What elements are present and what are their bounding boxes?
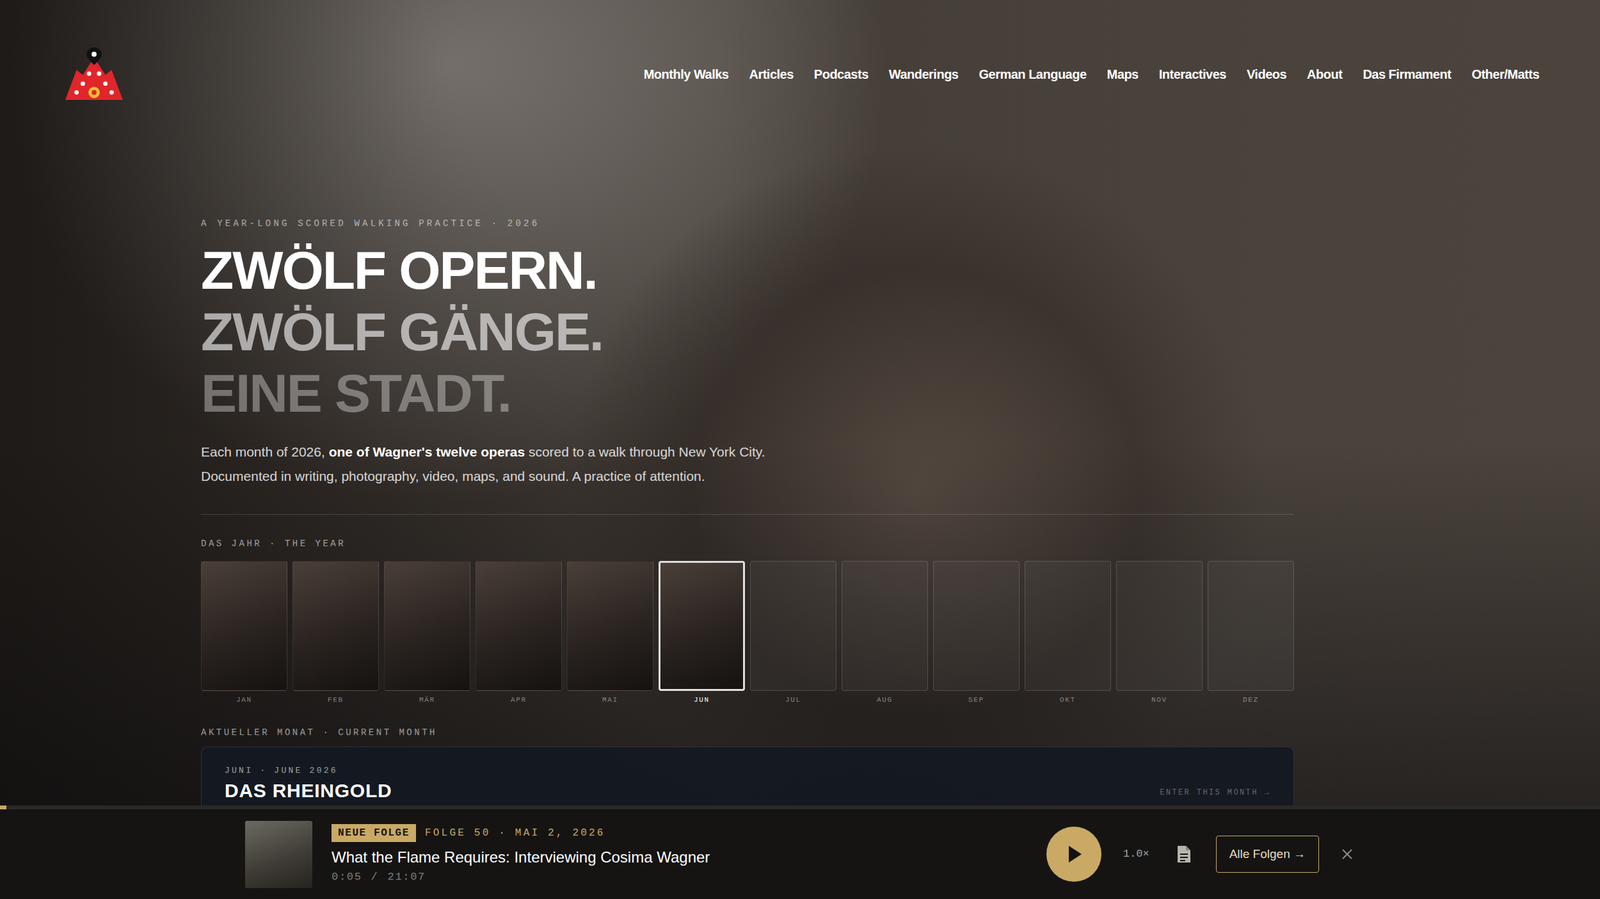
episode-meta-row: NEUE FOLGE FOLGE 50 · MAI 2, 2026 [331, 823, 710, 842]
month-label: FEB [292, 694, 379, 705]
nav-link[interactable]: Other/Matts [1471, 64, 1540, 84]
intro-segment: one of Wagner's twelve operas [328, 444, 525, 459]
main-nav: Monthly Walks Articles Podcasts Wanderings G… [643, 64, 1540, 84]
nav-link[interactable]: Podcasts [814, 64, 869, 84]
hero-eyebrow: A YEAR-LONG SCORED WALKING PRACTICE · 20… [200, 216, 1295, 230]
month-tile[interactable] [475, 560, 562, 691]
close-button[interactable] [1339, 846, 1355, 862]
intro-segment: Each month of 2026, [200, 444, 329, 459]
episode-time: 0:05 / 21:07 [331, 869, 710, 884]
play-button[interactable] [1046, 826, 1102, 882]
month-tile[interactable] [933, 560, 1020, 691]
month-item[interactable]: APR [475, 560, 562, 705]
month-tile[interactable] [200, 560, 288, 691]
close-icon [1341, 848, 1353, 860]
heading-line: ZWÖLF OPERN. [200, 239, 1295, 301]
elapsed-time: 0:05 [331, 869, 363, 884]
duration-time: 21:07 [387, 869, 427, 884]
new-episode-badge: NEUE FOLGE [331, 823, 416, 842]
transcript-button[interactable] [1175, 843, 1193, 864]
month-tile[interactable] [1207, 560, 1295, 691]
month-label: NOV [1116, 694, 1203, 705]
episode-info: NEUE FOLGE FOLGE 50 · MAI 2, 2026 What the… [331, 823, 710, 884]
heading-line: ZWÖLF GÄNGE. [200, 300, 1295, 363]
month-item[interactable]: DEZ [1207, 560, 1295, 705]
nav-link[interactable]: About [1306, 64, 1343, 84]
nav-link[interactable]: Interactives [1159, 64, 1227, 84]
transcript-icon [1176, 844, 1192, 864]
current-month-card[interactable]: JUNI · JUNE 2026DAS RHEINGOLD ENTER THIS … [200, 746, 1295, 806]
month-item[interactable]: OKT [1024, 560, 1112, 705]
progress-fill [0, 805, 7, 809]
episode-title: What the Flame Requires: Interviewing Co… [331, 846, 710, 868]
hero: Monthly Walks Articles Podcasts Wanderings G… [0, 0, 1600, 806]
month-item[interactable]: MÄR [384, 560, 471, 705]
enter-month-link[interactable]: ENTER THIS MONTH → [1159, 786, 1271, 802]
player-bar: NEUE FOLGE FOLGE 50 · MAI 2, 2026 What the… [0, 808, 1600, 899]
month-item[interactable]: NOV [1116, 560, 1203, 705]
month-label: APR [475, 694, 562, 705]
month-label: SEP [933, 694, 1020, 705]
episode-meta: FOLGE 50 · MAI 2, 2026 [424, 825, 606, 840]
year-label: DAS JAHR · THE YEAR [200, 536, 1295, 550]
hero-intro: Each month of 2026, one of Wagner's twel… [200, 439, 816, 489]
month-item[interactable]: JUN [658, 560, 745, 705]
speed-button[interactable]: 1.0× [1123, 846, 1150, 861]
nav-link[interactable]: Videos [1246, 64, 1287, 84]
nav-link[interactable]: Wanderings [888, 64, 959, 84]
month-label: JAN [200, 694, 288, 705]
month-tile[interactable] [1024, 560, 1112, 691]
nav-link[interactable]: Articles [748, 64, 793, 84]
progress-track[interactable] [0, 805, 1600, 809]
hero-heading: ZWÖLF OPERN.ZWÖLF GÄNGE.EINE STADT. [200, 239, 1295, 424]
hero-content: A YEAR-LONG SCORED WALKING PRACTICE · 20… [200, 216, 1295, 806]
month-item[interactable]: JUL [750, 560, 837, 705]
episode-thumbnail [245, 820, 313, 888]
month-strip: JAN FEB MÄR APR MAI JUN JUL AUG SEP OKT NOV DEZ [200, 560, 1295, 705]
month-item[interactable]: SEP [933, 560, 1020, 705]
nav-link[interactable]: Maps [1107, 64, 1139, 84]
play-icon [1064, 844, 1083, 864]
card-eyebrow: JUNI · JUNE 2026 [224, 764, 392, 777]
site-header: Monthly Walks Articles Podcasts Wanderings G… [0, 0, 1600, 103]
month-item[interactable]: MAI [567, 560, 654, 705]
month-item[interactable]: JAN [200, 560, 288, 705]
month-label: JUN [658, 694, 745, 705]
hero-divider [200, 513, 1295, 515]
player-inner: NEUE FOLGE FOLGE 50 · MAI 2, 2026 What the… [245, 820, 1355, 888]
month-tile[interactable] [1116, 560, 1203, 691]
nav-link[interactable]: Das Firmament [1362, 64, 1451, 84]
month-tile[interactable] [292, 560, 379, 691]
month-tile[interactable] [841, 560, 928, 691]
page: Monthly Walks Articles Podcasts Wanderings G… [0, 0, 1600, 899]
month-item[interactable]: AUG [841, 560, 928, 705]
month-tile[interactable] [567, 560, 654, 691]
month-label: MAI [567, 694, 654, 705]
all-episodes-button[interactable]: Alle Folgen → [1216, 835, 1320, 873]
time-separator: / [371, 869, 379, 884]
month-label: OKT [1024, 694, 1112, 705]
month-label: AUG [841, 694, 928, 705]
month-label: JUL [750, 694, 837, 705]
logo-icon [63, 46, 125, 103]
card-title: DAS RHEINGOLD [224, 778, 392, 802]
current-label: AKTUELLER MONAT · CURRENT MONTH [200, 725, 1295, 739]
month-tile[interactable] [750, 560, 837, 691]
month-tile[interactable] [384, 560, 471, 691]
nav-link[interactable]: Monthly Walks [643, 64, 729, 84]
month-label: MÄR [384, 694, 471, 705]
logo[interactable] [63, 46, 125, 103]
month-label: DEZ [1207, 694, 1295, 705]
nav-link[interactable]: German Language [978, 64, 1087, 84]
heading-line: EINE STADT. [200, 362, 1295, 424]
month-tile[interactable] [658, 560, 745, 691]
month-item[interactable]: FEB [292, 560, 379, 705]
card-text: JUNI · JUNE 2026DAS RHEINGOLD [224, 764, 392, 802]
